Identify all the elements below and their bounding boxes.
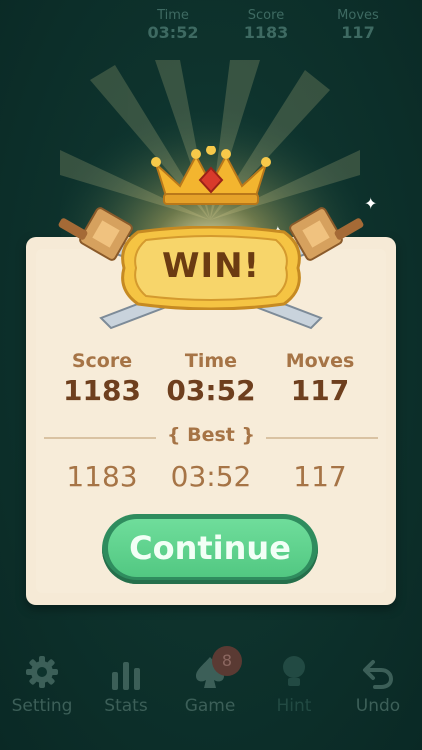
moves-stat: Moves 117	[318, 8, 398, 42]
tab-game[interactable]: 8 Game	[168, 646, 252, 716]
tab-stats-label: Stats	[104, 696, 148, 716]
tab-stats[interactable]: Stats	[84, 650, 168, 716]
time-result: 03:52	[166, 374, 256, 407]
best-moves-value: 117	[293, 460, 347, 493]
time-column: Time 03:52	[151, 350, 271, 407]
best-time-value: 03:52	[170, 460, 252, 493]
moves-result: 117	[290, 374, 350, 407]
score-value: 1183	[243, 23, 289, 42]
best-label: Best	[187, 424, 235, 446]
best-moves: 117	[260, 460, 380, 493]
tab-undo-label: Undo	[355, 696, 401, 716]
tab-hint-label: Hint	[276, 696, 312, 716]
gear-icon	[0, 650, 84, 690]
tab-game-label: Game	[184, 696, 236, 716]
time-label: Time	[157, 8, 189, 23]
score-result: 1183	[63, 374, 141, 407]
sparkle-icon: ✦	[364, 194, 378, 213]
score-stat: Score 1183	[226, 8, 306, 42]
status-bar: Time 03:52 Score 1183 Moves 117	[0, 8, 422, 48]
divider-left	[44, 437, 156, 439]
tab-setting-label: Setting	[11, 696, 73, 716]
score-heading: Score	[71, 350, 133, 372]
game-badge: 8	[212, 646, 242, 676]
undo-icon	[336, 650, 420, 690]
tab-undo[interactable]: Undo	[336, 650, 420, 716]
time-heading: Time	[184, 350, 238, 372]
time-stat: Time 03:52	[133, 8, 213, 42]
moves-label: Moves	[337, 8, 379, 23]
win-title: WIN!	[161, 246, 261, 286]
ornament-left-icon: {	[166, 424, 188, 446]
score-label: Score	[247, 8, 285, 23]
tab-hint[interactable]: Hint	[252, 650, 336, 716]
lightbulb-icon	[252, 650, 336, 690]
ornament-right-icon: }	[234, 424, 256, 446]
best-heading: { Best }	[160, 424, 262, 446]
score-column: Score 1183	[42, 350, 162, 407]
bar-chart-icon	[84, 650, 168, 690]
game-screen: Time 03:52 Score 1183 Moves 117 ✦ WIN! S…	[0, 0, 422, 750]
best-score: 1183	[42, 460, 162, 493]
continue-label[interactable]: Continue	[108, 519, 312, 577]
continue-button-face[interactable]: Continue	[108, 519, 312, 577]
best-score-value: 1183	[66, 460, 138, 493]
crown-icon	[151, 146, 271, 205]
moves-value: 117	[341, 23, 375, 42]
moves-heading: Moves	[285, 350, 355, 372]
bottom-toolbar: Setting Stats 8 Game Hint Undo	[0, 646, 422, 750]
time-value: 03:52	[147, 23, 199, 42]
tab-setting[interactable]: Setting	[0, 650, 84, 716]
divider-right	[266, 437, 378, 439]
best-time: 03:52	[151, 460, 271, 493]
continue-button[interactable]: Continue	[102, 514, 318, 584]
moves-column: Moves 117	[260, 350, 380, 407]
